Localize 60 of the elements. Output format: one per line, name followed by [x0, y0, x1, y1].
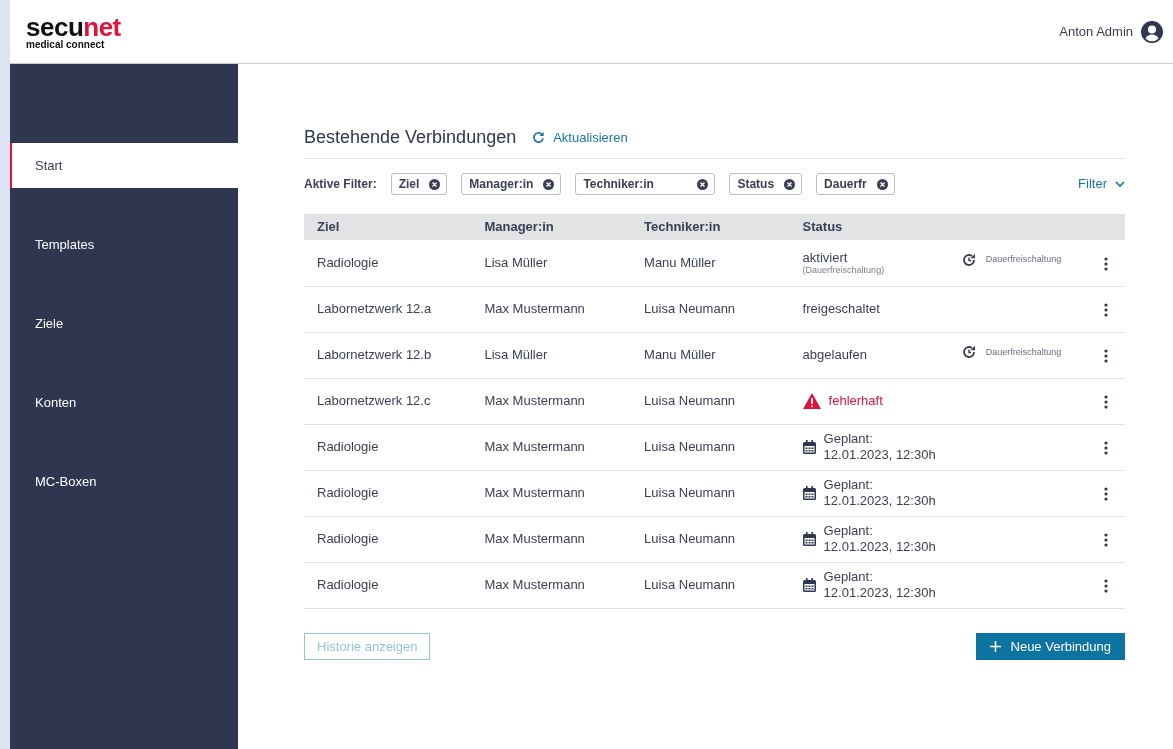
column-header: Status	[789, 214, 949, 240]
table-cell: Manu Müller	[644, 255, 716, 270]
table-cell: Labornetzwerk 12.b	[317, 347, 432, 363]
new-connection-button[interactable]: Neue Verbindung	[975, 632, 1125, 660]
status-note: (Dauerfreischaltung)	[802, 265, 885, 276]
table-cell: Max Mustermann	[484, 301, 585, 317]
sidebar-item[interactable]: Konten	[10, 380, 238, 425]
sidebar-item[interactable]: Ziele	[10, 301, 238, 346]
table-cell: Radiologie	[317, 485, 379, 501]
table-cell: Radiologie	[317, 577, 379, 593]
filter-label: Aktive Filter:	[304, 176, 377, 193]
table-cell: Luisa Neumann	[644, 485, 736, 501]
table-cell: Lisa Müller	[484, 255, 548, 270]
table-cell: Max Mustermann	[484, 531, 585, 547]
table-cell: Manu Müller	[644, 347, 716, 363]
status-text: Geplant:	[823, 523, 874, 539]
refresh-link[interactable]: Aktualisieren	[532, 127, 628, 148]
sidebar-item[interactable]: Start	[10, 143, 238, 188]
column-header: Ziel	[304, 214, 472, 240]
filter-toggle[interactable]: Filter	[1078, 174, 1125, 194]
table-cell: Luisa Neumann	[644, 301, 736, 317]
table-cell: Luisa Neumann	[644, 439, 736, 455]
table-cell: Max Mustermann	[484, 577, 585, 593]
table-cell: Luisa Neumann	[644, 393, 736, 409]
table-cell: Luisa Neumann	[644, 531, 736, 547]
table-cell: Luisa Neumann	[644, 577, 736, 593]
table-cell: Radiologie	[317, 255, 379, 270]
table-cell: Max Mustermann	[484, 439, 585, 455]
permanent-label: Dauerfreischaltung	[985, 345, 1062, 359]
status-text: freigeschaltet	[802, 301, 880, 317]
scheduled-date: 12.01.2023, 12:30h	[823, 447, 936, 463]
status-text: Geplant:	[823, 569, 874, 585]
table-cell: Labornetzwerk 12.c	[317, 393, 431, 409]
permanent-label: Dauerfreischaltung	[985, 253, 1062, 267]
status-text: abgelaufen	[802, 347, 867, 363]
filter-chip[interactable]: Status	[729, 173, 803, 195]
table-cell: Radiologie	[317, 531, 379, 547]
column-header: Manager:in	[471, 214, 632, 240]
scheduled-date: 12.01.2023, 12:30h	[823, 539, 936, 555]
status-text: Geplant:	[823, 431, 874, 447]
status-text: aktiviert	[802, 249, 849, 266]
sidebar-item[interactable]: Templates	[10, 222, 238, 267]
status-text: fehlerhaft	[828, 393, 883, 409]
user-name: Anton Admin	[1059, 22, 1133, 41]
filter-chip[interactable]: Ziel	[390, 173, 448, 195]
scheduled-date: 12.01.2023, 12:30h	[823, 585, 936, 601]
table-cell: Radiologie	[317, 439, 379, 455]
filter-chip[interactable]: Dauerfr	[816, 173, 895, 195]
table-cell: Max Mustermann	[484, 393, 585, 409]
status-text: Geplant:	[823, 477, 874, 493]
page-title: Bestehende Verbindungen	[304, 126, 517, 149]
sidebar-item[interactable]: MC-Boxen	[10, 459, 238, 504]
table-cell: Lisa Müller	[484, 347, 548, 363]
table-cell: Max Mustermann	[484, 485, 585, 501]
table-cell: Labornetzwerk 12.a	[317, 301, 432, 317]
scheduled-date: 12.01.2023, 12:30h	[823, 493, 936, 509]
logo: secunet medical connect	[26, 13, 121, 50]
column-header: Techniker:in	[631, 214, 790, 240]
filter-chip[interactable]: Manager:in	[461, 173, 562, 195]
filter-chip[interactable]: Techniker:in	[575, 173, 716, 195]
